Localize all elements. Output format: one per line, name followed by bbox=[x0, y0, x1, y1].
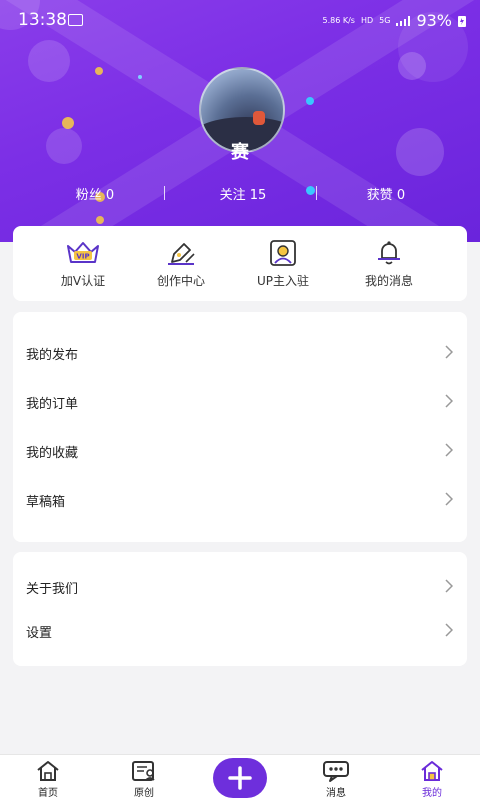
menu-item-label: 我的订单 bbox=[26, 397, 79, 412]
vip-crown-icon: VIP bbox=[67, 242, 99, 263]
stat-likes[interactable]: 获赞 0 bbox=[326, 184, 446, 203]
bell-icon bbox=[378, 241, 400, 265]
network-speed: 5.86 K/s bbox=[322, 16, 355, 25]
menu-card-main: 我的发布 我的订单 我的收藏 草稿箱 bbox=[13, 312, 467, 542]
decor-bubble bbox=[96, 216, 104, 224]
tab-label: 消息 bbox=[326, 788, 346, 799]
quick-action-label: UP主入驻 bbox=[256, 274, 310, 288]
status-indicators: 5.86 K/s HD 5G 93% bbox=[322, 11, 466, 30]
profile-header: 13:38 5.86 K/s HD 5G 93% 赛 粉丝 0 关注 15 获赞… bbox=[0, 0, 480, 242]
menu-item-label: 设置 bbox=[26, 626, 53, 641]
home-icon bbox=[37, 761, 59, 781]
menu-item-drafts[interactable]: 草稿箱 bbox=[13, 476, 467, 525]
menu-item-my-posts[interactable]: 我的发布 bbox=[13, 329, 467, 378]
decor-bubble bbox=[95, 67, 103, 75]
chevron-right-icon bbox=[445, 394, 453, 408]
message-icon bbox=[323, 761, 349, 782]
status-time: 13:38 bbox=[18, 10, 67, 30]
tab-mine[interactable]: 我的 bbox=[392, 759, 472, 799]
tab-messages[interactable]: 消息 bbox=[296, 759, 376, 799]
battery-icon bbox=[458, 15, 466, 27]
username: 赛 bbox=[231, 142, 249, 163]
chevron-right-icon bbox=[445, 492, 453, 506]
menu-card-settings: 关于我们 设置 bbox=[13, 552, 467, 666]
menu-item-settings[interactable]: 设置 bbox=[13, 607, 467, 656]
quick-action-label: 加V认证 bbox=[60, 274, 106, 288]
decor-bubble bbox=[28, 40, 70, 82]
decor-bubble bbox=[306, 97, 314, 105]
create-post-button[interactable] bbox=[213, 758, 267, 798]
chevron-right-icon bbox=[445, 579, 453, 593]
menu-item-about-us[interactable]: 关于我们 bbox=[13, 563, 467, 612]
quick-action-label: 我的消息 bbox=[364, 274, 413, 288]
original-icon bbox=[132, 761, 155, 781]
tab-label: 首页 bbox=[38, 788, 58, 799]
svg-text:VIP: VIP bbox=[76, 253, 89, 261]
menu-item-label: 关于我们 bbox=[26, 582, 79, 597]
tab-home[interactable]: 首页 bbox=[8, 759, 88, 799]
menu-item-my-orders[interactable]: 我的订单 bbox=[13, 378, 467, 427]
quick-action-creator-center[interactable]: 创作中心 bbox=[131, 240, 231, 289]
up-portrait-icon bbox=[270, 240, 296, 266]
image-icon bbox=[68, 14, 83, 26]
pen-icon bbox=[168, 243, 195, 265]
hd-badge: HD bbox=[360, 16, 374, 25]
stat-following[interactable]: 关注 15 bbox=[183, 184, 303, 203]
stat-divider bbox=[164, 186, 165, 200]
quick-action-up-join[interactable]: UP主入驻 bbox=[233, 240, 333, 289]
menu-item-label: 我的发布 bbox=[26, 348, 79, 363]
status-bar: 13:38 5.86 K/s HD 5G 93% bbox=[0, 0, 480, 40]
avatar-figure bbox=[253, 111, 265, 125]
chevron-right-icon bbox=[445, 443, 453, 457]
quick-action-vip[interactable]: VIP 加V认证 bbox=[33, 240, 133, 289]
stat-fans[interactable]: 粉丝 0 bbox=[35, 184, 155, 203]
tab-label: 我的 bbox=[422, 788, 442, 799]
decor-bubble bbox=[138, 75, 142, 79]
quick-actions-card: VIP 加V认证 创作中心 UP主入驻 我的消息 bbox=[13, 226, 467, 301]
signal-icon bbox=[396, 15, 411, 26]
tab-label: 原创 bbox=[134, 788, 154, 799]
chevron-right-icon bbox=[445, 623, 453, 637]
battery-percent: 93% bbox=[416, 11, 452, 30]
signal-5g: 5G bbox=[379, 16, 391, 25]
quick-action-label: 创作中心 bbox=[156, 274, 205, 288]
profile-stats: 粉丝 0 关注 15 获赞 0 bbox=[0, 184, 480, 203]
menu-item-my-favorites[interactable]: 我的收藏 bbox=[13, 427, 467, 476]
menu-item-label: 草稿箱 bbox=[26, 495, 66, 510]
tab-original[interactable]: 原创 bbox=[104, 759, 184, 799]
stat-divider bbox=[316, 186, 317, 200]
chevron-right-icon bbox=[445, 345, 453, 359]
home-icon bbox=[421, 761, 443, 781]
plus-icon bbox=[228, 766, 252, 790]
quick-action-messages[interactable]: 我的消息 bbox=[339, 240, 439, 289]
menu-item-label: 我的收藏 bbox=[26, 446, 79, 461]
